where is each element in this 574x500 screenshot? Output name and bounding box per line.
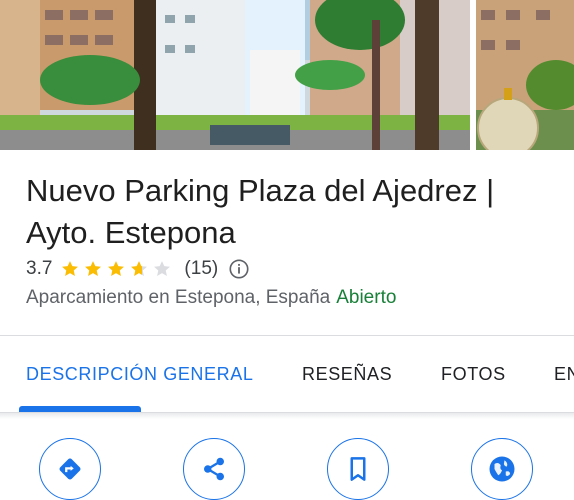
share-button[interactable] — [183, 438, 245, 500]
rating-row[interactable]: 3.7 (15) — [26, 255, 250, 283]
place-photo-secondary[interactable] — [476, 0, 574, 150]
place-photo-image — [0, 0, 470, 150]
open-status: Abierto — [336, 287, 397, 308]
place-photo-secondary-image — [476, 0, 574, 150]
star-icon — [85, 261, 102, 276]
star-icon — [154, 261, 171, 276]
star-rating — [60, 259, 175, 279]
info-icon[interactable] — [228, 258, 250, 280]
action-buttons — [0, 438, 574, 500]
website-icon — [489, 456, 515, 482]
tab-overview[interactable]: DESCRIPCIÓN GENERAL — [26, 364, 253, 385]
directions-button[interactable] — [39, 438, 101, 500]
star-icon — [108, 261, 125, 276]
star-icon — [131, 261, 148, 276]
tabs-shadow — [0, 413, 574, 419]
share-icon — [204, 457, 224, 481]
star-icon — [62, 261, 79, 276]
tab-more[interactable]: EN — [554, 364, 574, 385]
directions-icon — [59, 458, 81, 480]
photo-strip[interactable] — [0, 0, 574, 150]
review-count[interactable]: (15) — [184, 258, 218, 280]
category-row: Aparcamiento en Estepona, España Abierto — [26, 287, 396, 309]
bookmark-icon — [350, 457, 366, 481]
website-button[interactable] — [471, 438, 533, 500]
rating-value: 3.7 — [26, 258, 53, 279]
place-title: Nuevo Parking Plaza del Ajedrez | Ayto. … — [26, 173, 495, 250]
tab-bar: DESCRIPCIÓN GENERAL RESEÑAS FOTOS EN — [0, 336, 574, 412]
tab-reviews[interactable]: RESEÑAS — [302, 364, 392, 385]
save-button[interactable] — [327, 438, 389, 500]
tab-photos[interactable]: FOTOS — [441, 364, 506, 385]
place-category: Aparcamiento en Estepona, España — [26, 287, 331, 308]
place-photo-main[interactable] — [0, 0, 470, 150]
